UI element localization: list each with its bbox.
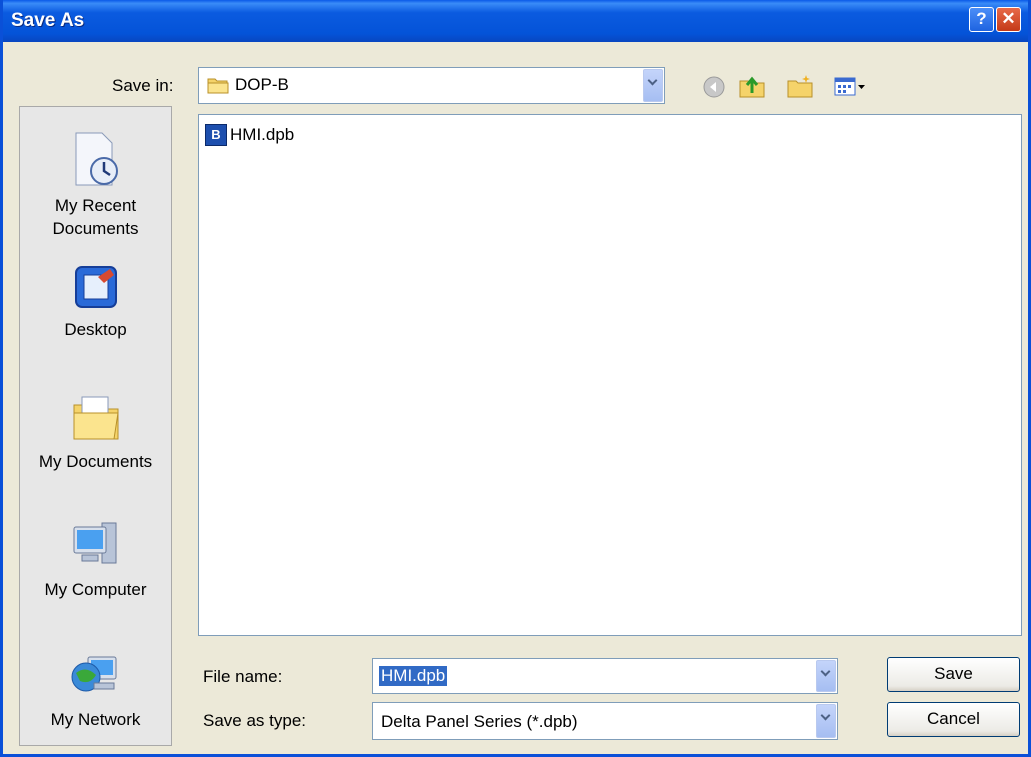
recent-documents-icon [68, 132, 124, 193]
cancel-button[interactable]: Cancel [887, 702, 1020, 737]
place-my-network[interactable]: My Network [20, 647, 171, 731]
place-my-recent-documents[interactable]: My Recent Documents [20, 129, 171, 240]
places-bar: My Recent Documents Desktop My Documents… [19, 106, 172, 746]
place-label: My Recent [54, 196, 137, 215]
chevron-down-icon[interactable] [643, 69, 663, 102]
save-in-value: DOP-B [235, 75, 289, 94]
save-in-combo[interactable]: DOP-B [198, 67, 665, 104]
dpb-file-icon: B [205, 124, 227, 146]
place-label: Documents [52, 219, 139, 238]
my-documents-icon [68, 396, 124, 449]
window-title: Save As [11, 10, 85, 31]
place-my-computer[interactable]: My Computer [20, 517, 171, 601]
file-item[interactable]: B HMI.dpb [205, 123, 294, 147]
save-button[interactable]: Save [887, 657, 1020, 692]
chevron-down-icon[interactable] [816, 704, 836, 738]
save-in-label: Save in: [112, 76, 174, 95]
chevron-down-icon[interactable] [816, 660, 836, 692]
file-name: HMI.dpb [230, 125, 295, 144]
save-as-dialog: Save As ? ✕ Save in: DOP-B My Recent Doc… [0, 0, 1031, 757]
file-name-label: File name: [203, 667, 283, 686]
back-icon[interactable] [702, 75, 726, 104]
desktop-icon [68, 266, 124, 317]
file-list[interactable]: B HMI.dpb [198, 114, 1022, 636]
place-label: My Network [50, 710, 141, 729]
folder-icon [207, 76, 229, 99]
place-desktop[interactable]: Desktop [20, 263, 171, 341]
title-bar[interactable]: Save As ? ✕ [3, 0, 1028, 42]
save-as-type-select[interactable]: Delta Panel Series (*.dpb) [372, 702, 838, 740]
close-button[interactable]: ✕ [996, 7, 1021, 32]
my-computer-icon [68, 522, 124, 577]
help-button[interactable]: ? [969, 7, 994, 32]
up-folder-icon[interactable] [738, 73, 766, 104]
views-menu-icon[interactable] [834, 76, 866, 103]
my-network-icon [68, 656, 124, 707]
place-my-documents[interactable]: My Documents [20, 389, 171, 473]
new-folder-icon[interactable] [786, 73, 814, 104]
save-as-type-value: Delta Panel Series (*.dpb) [381, 712, 578, 731]
save-as-type-label: Save as type: [203, 711, 307, 730]
place-label: My Computer [44, 580, 147, 599]
file-name-input[interactable]: HMI.dpb [372, 658, 838, 694]
file-name-value: HMI.dpb [379, 666, 448, 686]
place-label: Desktop [64, 320, 127, 339]
place-label: My Documents [38, 452, 153, 471]
